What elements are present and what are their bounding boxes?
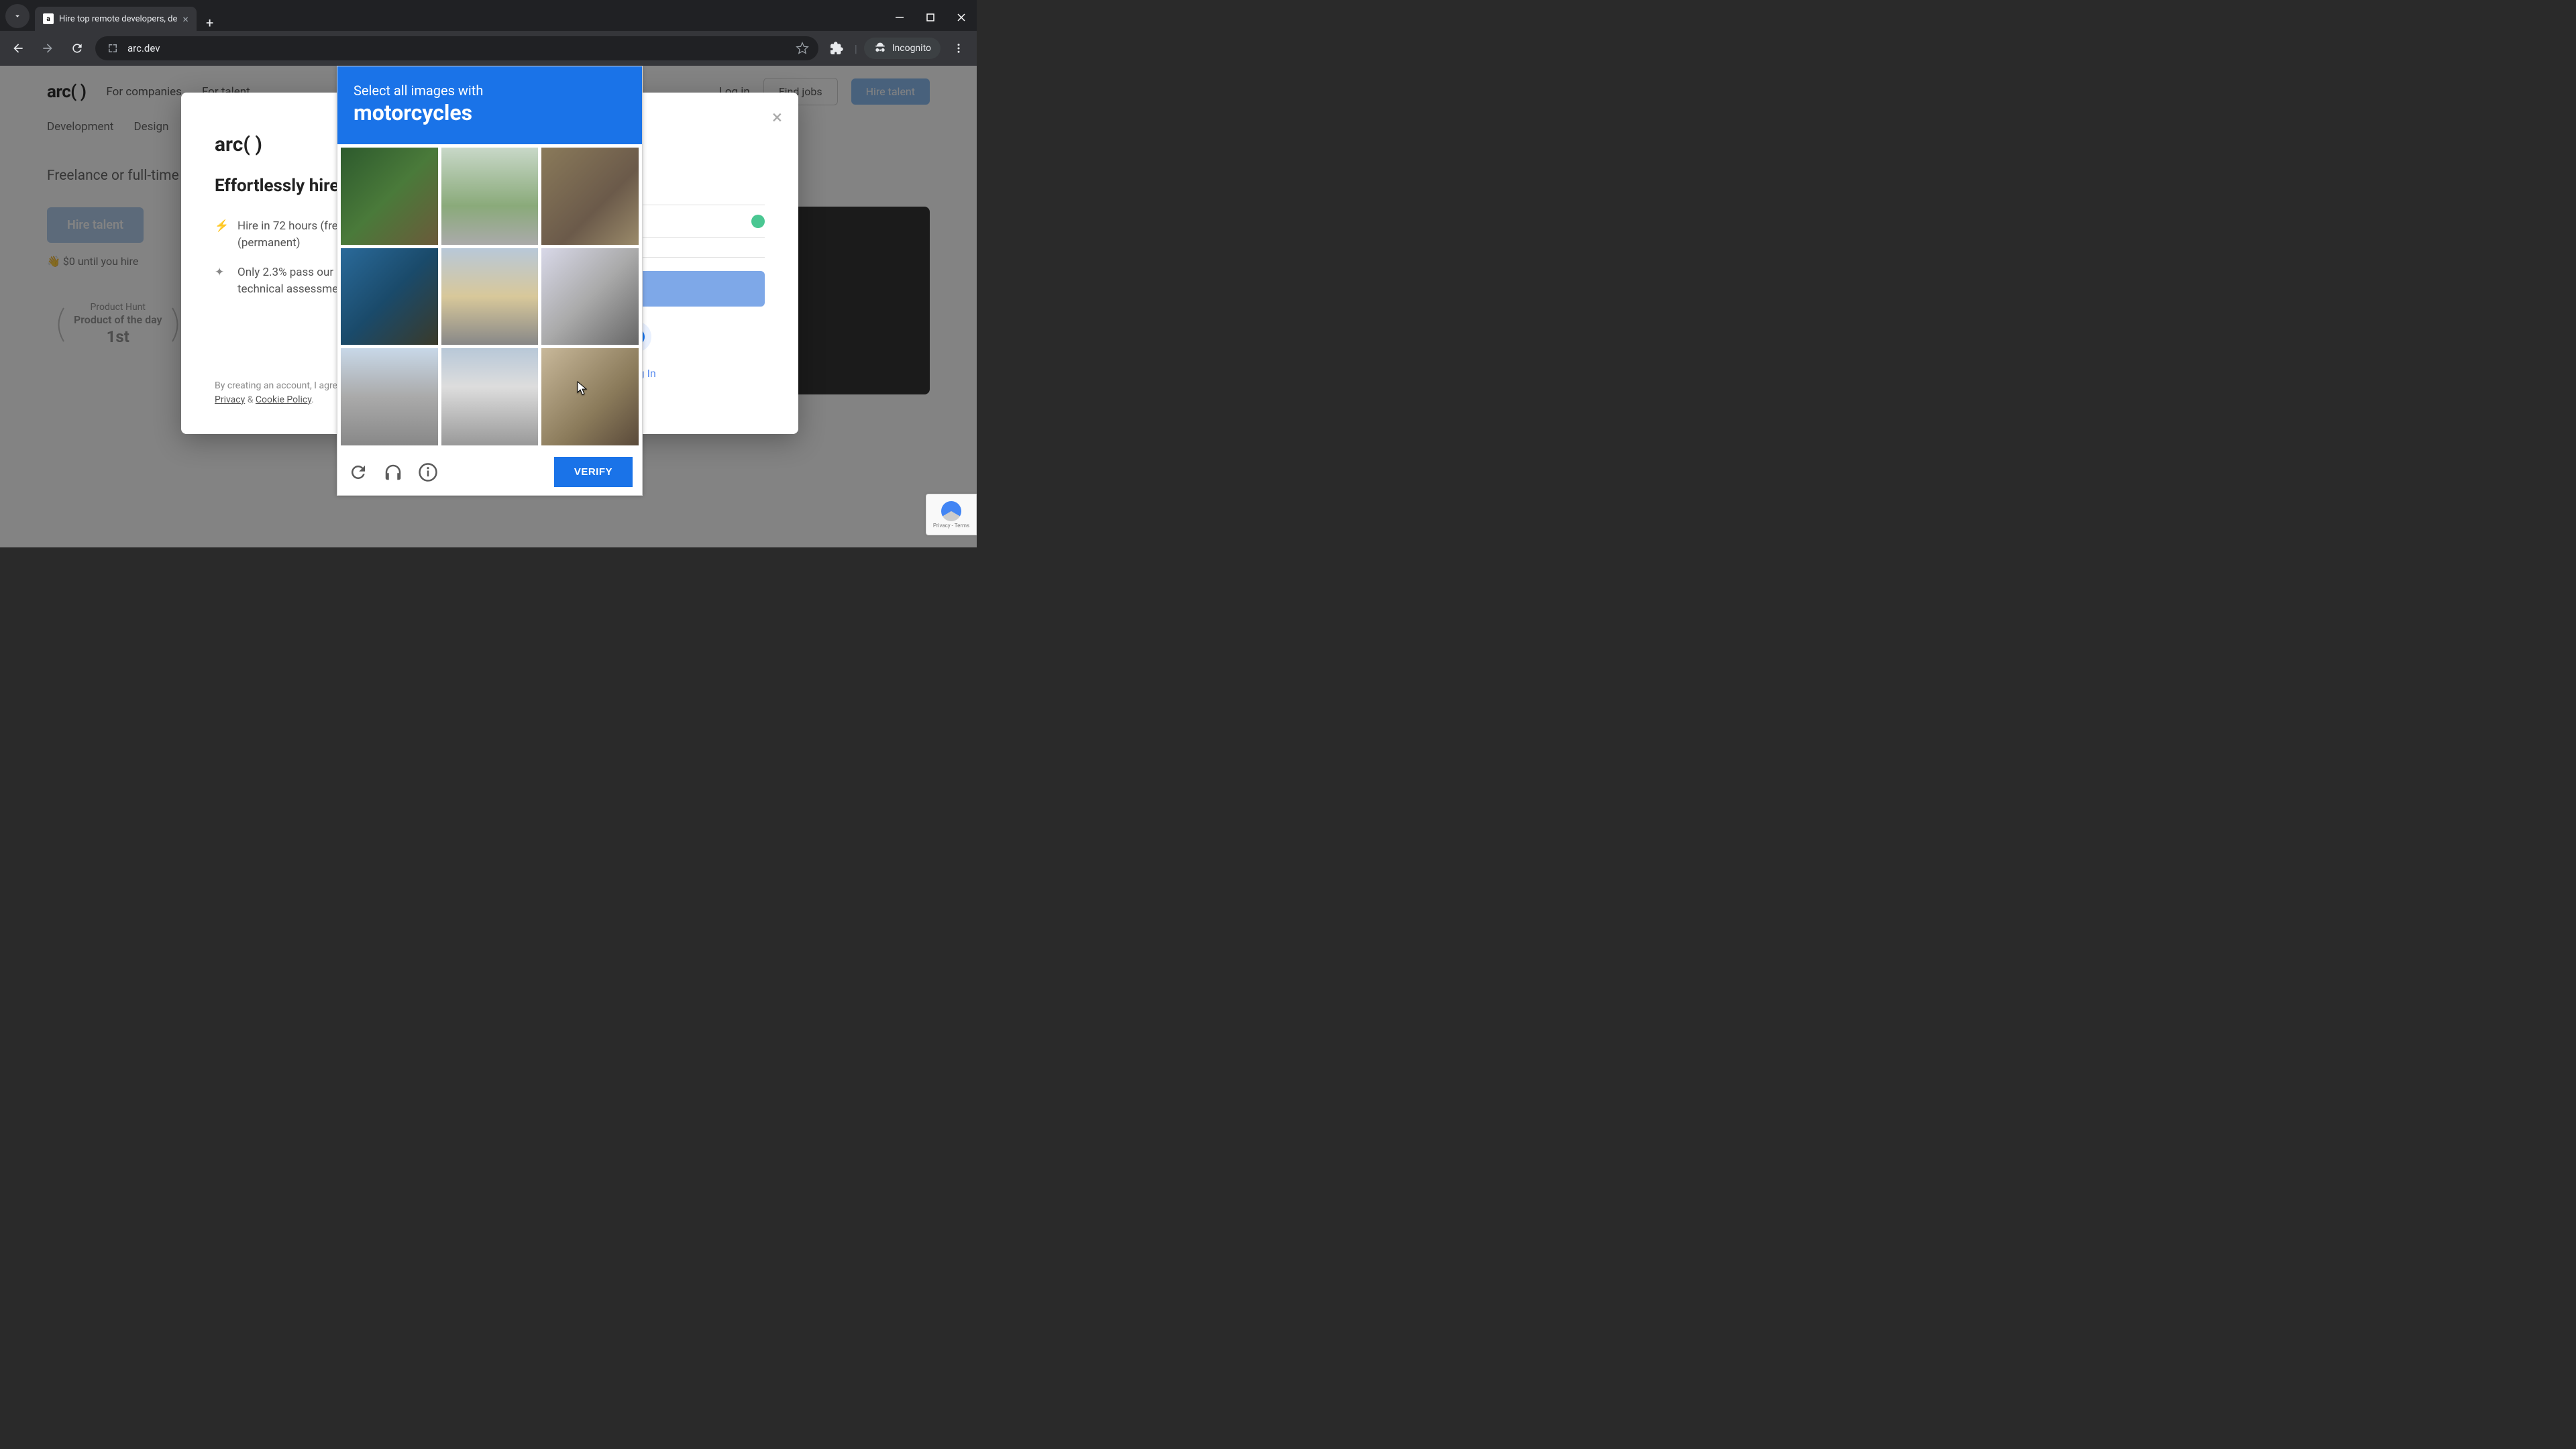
captcha-tile-5[interactable] <box>541 248 639 345</box>
captcha-verify-button[interactable]: VERIFY <box>554 457 633 487</box>
privacy-link[interactable]: Privacy <box>215 394 245 405</box>
forward-button[interactable] <box>36 37 59 60</box>
captcha-tile-4[interactable] <box>441 248 539 345</box>
window-controls <box>884 4 977 31</box>
menu-button[interactable] <box>947 37 970 60</box>
bolt-icon: ⚡ <box>215 218 228 252</box>
browser-titlebar: a Hire top remote developers, de × + <box>0 0 977 31</box>
tab-favicon: a <box>43 13 54 24</box>
reload-icon <box>348 462 368 482</box>
reload-button[interactable] <box>66 37 89 60</box>
page-content: arc( ) For companies For talent Log in F… <box>0 66 977 547</box>
site-info-icon[interactable] <box>105 40 121 56</box>
minimize-button[interactable] <box>884 4 915 31</box>
captcha-image-grid <box>337 144 642 449</box>
captcha-info-button[interactable] <box>417 461 439 484</box>
recaptcha-challenge: Select all images with motorcycles V <box>337 66 643 496</box>
bookmark-button[interactable] <box>796 42 809 55</box>
field-valid-icon <box>751 215 765 228</box>
browser-tab[interactable]: a Hire top remote developers, de × <box>35 7 197 31</box>
tab-search-dropdown[interactable] <box>5 4 30 28</box>
incognito-label: Incognito <box>892 43 931 54</box>
back-button[interactable] <box>7 37 30 60</box>
captcha-instruction-line2: motorcycles <box>354 100 626 125</box>
close-window-button[interactable] <box>946 4 977 31</box>
recaptcha-badge[interactable]: Privacy - Terms <box>926 494 977 535</box>
cookie-link[interactable]: Cookie Policy <box>256 394 311 405</box>
captcha-tile-2[interactable] <box>541 148 639 245</box>
recaptcha-logo-icon <box>941 501 961 521</box>
captcha-tile-1[interactable] <box>441 148 539 245</box>
captcha-header: Select all images with motorcycles <box>337 66 642 144</box>
captcha-tile-3[interactable] <box>341 248 438 345</box>
tab-close-button[interactable]: × <box>182 13 189 25</box>
tab-title: Hire top remote developers, de <box>59 14 177 24</box>
extensions-button[interactable] <box>825 37 848 60</box>
captcha-tile-8[interactable] <box>541 348 639 445</box>
modal-close-button[interactable]: × <box>772 106 782 128</box>
incognito-badge[interactable]: Incognito <box>864 38 941 59</box>
headphones-icon <box>383 462 403 482</box>
captcha-reload-button[interactable] <box>347 461 370 484</box>
maximize-button[interactable] <box>915 4 946 31</box>
url-text: arc.dev <box>127 42 160 54</box>
captcha-footer: VERIFY <box>337 449 642 495</box>
new-tab-button[interactable]: + <box>197 15 223 31</box>
captcha-tile-7[interactable] <box>441 348 539 445</box>
captcha-instruction-line1: Select all images with <box>354 83 626 99</box>
captcha-tile-6[interactable] <box>341 348 438 445</box>
captcha-audio-button[interactable] <box>382 461 405 484</box>
info-icon <box>418 462 438 482</box>
check-badge-icon: ✦ <box>215 264 228 299</box>
captcha-tile-0[interactable] <box>341 148 438 245</box>
incognito-icon <box>873 42 887 55</box>
address-bar[interactable]: arc.dev <box>95 36 818 60</box>
browser-toolbar: arc.dev | Incognito <box>0 31 977 66</box>
chevron-down-icon <box>13 11 22 21</box>
